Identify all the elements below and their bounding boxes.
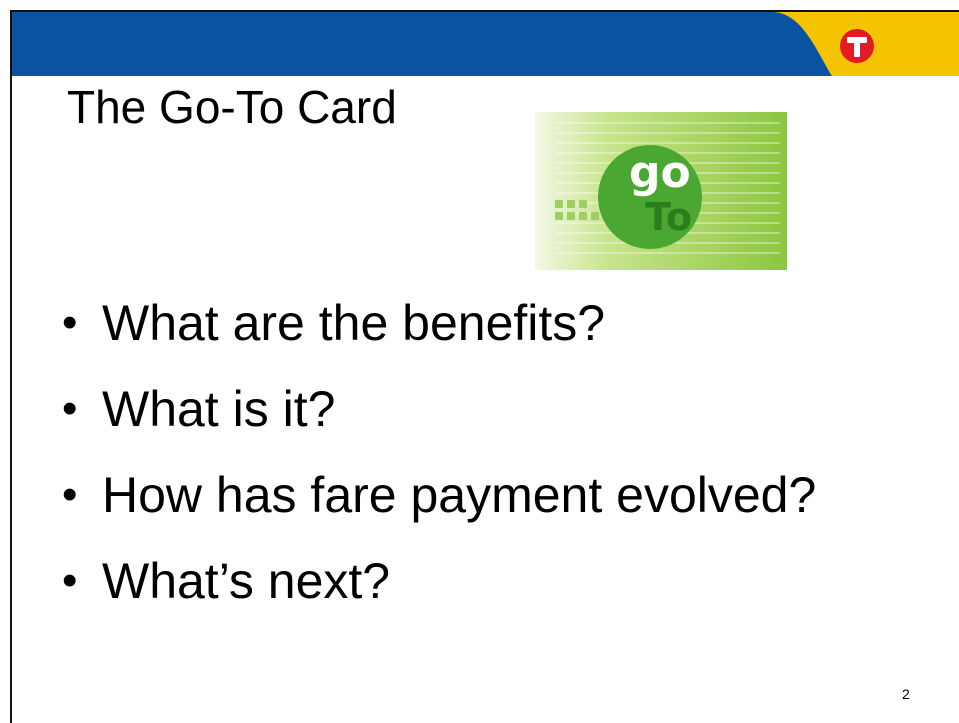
bullet-text: How has fare payment evolved?: [102, 467, 817, 523]
bullet-item: • What is it?: [62, 366, 816, 452]
bullet-icon: •: [62, 556, 78, 605]
bullet-item: • How has fare payment evolved?: [62, 452, 816, 538]
slide-title: The Go-To Card: [67, 81, 397, 133]
bullet-icon: •: [62, 384, 78, 433]
bullet-text: What is it?: [102, 381, 336, 437]
bullet-item: • What’s next?: [62, 538, 816, 624]
card-to-text: To: [645, 195, 692, 239]
slide: The Go-To Card go To • What are the bene…: [0, 0, 959, 723]
bullet-item: • What are the benefits?: [62, 280, 816, 366]
bullet-icon: •: [62, 298, 78, 347]
bullet-list: • What are the benefits? • What is it? • Ho…: [62, 280, 816, 624]
bullet-text: What’s next?: [102, 553, 391, 609]
metro-transit-logo-icon: [839, 28, 875, 64]
bullet-icon: •: [62, 470, 78, 519]
go-to-card-image: go To: [535, 112, 787, 270]
bullet-text: What are the benefits?: [102, 295, 606, 351]
header-band: [12, 12, 959, 76]
page-number: 2: [902, 686, 910, 702]
card-go-text: go: [629, 147, 691, 198]
